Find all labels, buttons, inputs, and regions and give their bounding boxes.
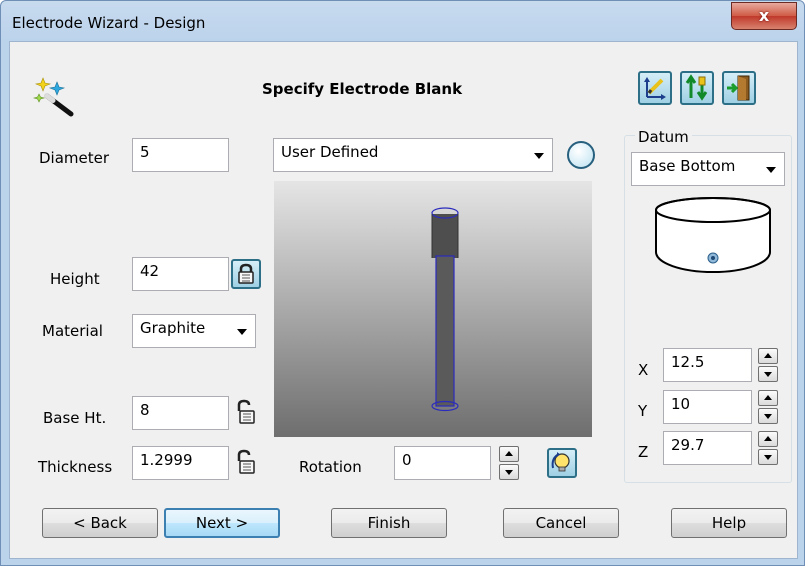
dialog-window: Electrode Wizard - Design x Specify Elec… (0, 0, 805, 566)
shape-dropdown[interactable]: User Defined (273, 138, 553, 172)
next-button[interactable]: Next > (164, 508, 280, 538)
rotation-stepper[interactable] (499, 446, 519, 480)
datum-x-stepper[interactable] (758, 348, 778, 382)
diameter-label: Diameter (39, 149, 110, 167)
thickness-lock-button[interactable] (231, 448, 261, 478)
padlock-icon (238, 263, 254, 284)
spin-down-icon[interactable] (758, 408, 778, 424)
page-heading: Specify Electrode Blank (262, 80, 463, 98)
thickness-label: Thickness (38, 458, 113, 476)
cancel-button[interactable]: Cancel (503, 508, 619, 538)
datum-cylinder-diagram (655, 197, 771, 273)
magic-wand-icon (33, 77, 74, 117)
electrode-preview (274, 181, 592, 437)
window-title: Electrode Wizard - Design (12, 14, 206, 32)
circle-shape-icon (567, 141, 595, 169)
datum-y-stepper[interactable] (758, 390, 778, 424)
material-dropdown[interactable]: Graphite (132, 314, 256, 348)
spin-up-icon[interactable] (758, 348, 778, 364)
rotation-label: Rotation (299, 458, 362, 476)
sort-properties-button[interactable] (680, 71, 714, 105)
spin-down-icon[interactable] (499, 464, 519, 480)
diameter-input[interactable]: 5 (132, 138, 229, 172)
close-button[interactable]: x (731, 2, 797, 30)
rotate-view-button[interactable] (547, 448, 577, 478)
spin-down-icon[interactable] (758, 449, 778, 465)
spin-up-icon[interactable] (499, 446, 519, 462)
exit-button[interactable] (722, 71, 756, 105)
height-input[interactable]: 42 (132, 257, 229, 291)
exit-door-icon (727, 75, 750, 101)
material-dropdown-value: Graphite (140, 319, 206, 337)
datum-dropdown[interactable]: Base Bottom (631, 152, 785, 186)
axis-edit-icon (644, 77, 666, 100)
electrode-model-image (431, 207, 459, 412)
thickness-input[interactable]: 1.2999 (132, 446, 229, 480)
datum-x-input[interactable]: 12.5 (663, 348, 752, 382)
shape-dropdown-value: User Defined (281, 143, 379, 161)
chevron-down-icon (534, 153, 544, 159)
datum-z-stepper[interactable] (758, 431, 778, 465)
datum-group-title: Datum (635, 128, 692, 146)
datum-x-label: X (638, 361, 649, 379)
axis-edit-button[interactable] (638, 71, 672, 105)
datum-y-input[interactable]: 10 (663, 390, 752, 424)
sort-properties-icon (685, 74, 708, 101)
help-button[interactable]: Help (671, 508, 787, 538)
datum-y-label: Y (638, 402, 648, 420)
chevron-down-icon (766, 167, 776, 173)
open-padlock-icon (237, 449, 255, 474)
finish-button[interactable]: Finish (331, 508, 447, 538)
base-ht-input[interactable]: 8 (132, 396, 229, 430)
close-icon: x (758, 6, 770, 25)
chevron-down-icon (237, 329, 247, 335)
base-ht-label: Base Ht. (43, 409, 107, 427)
datum-dropdown-value: Base Bottom (639, 157, 736, 175)
datum-z-label: Z (638, 443, 649, 461)
height-lock-button[interactable] (231, 259, 261, 289)
datum-z-input[interactable]: 29.7 (663, 431, 752, 465)
title-bar: Electrode Wizard - Design x (1, 1, 804, 41)
spin-up-icon[interactable] (758, 390, 778, 406)
rotation-input[interactable]: 0 (394, 446, 491, 480)
back-button[interactable]: < Back (42, 508, 158, 538)
rotate-view-icon (551, 452, 570, 472)
base-ht-lock-button[interactable] (231, 398, 261, 428)
open-padlock-icon (237, 399, 255, 424)
spin-up-icon[interactable] (758, 431, 778, 447)
material-label: Material (42, 322, 103, 340)
height-label: Height (50, 270, 100, 288)
circle-shape-button[interactable] (564, 138, 598, 172)
spin-down-icon[interactable] (758, 366, 778, 382)
dialog-body: Specify Electrode Blank Diameter 5 User … (9, 41, 798, 559)
